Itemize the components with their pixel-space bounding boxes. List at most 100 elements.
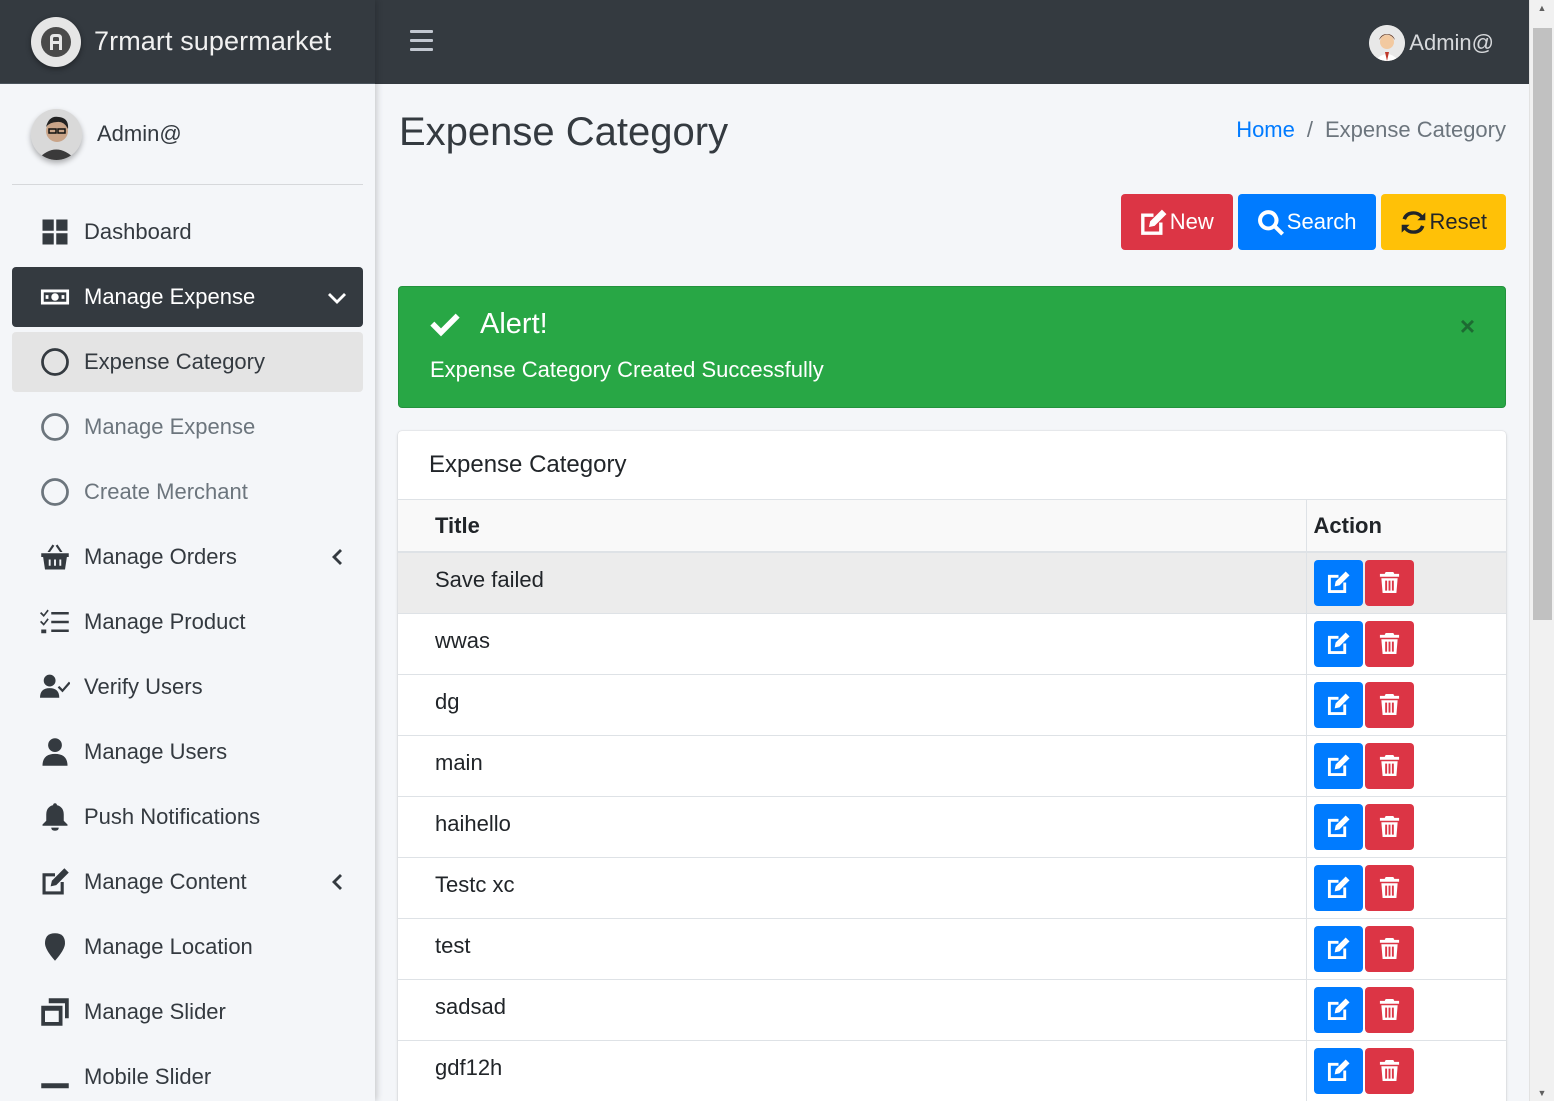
edit-button[interactable] bbox=[1313, 559, 1363, 606]
delete-button[interactable] bbox=[1364, 986, 1414, 1033]
brand-logo-icon bbox=[31, 16, 81, 67]
edit-button[interactable] bbox=[1313, 864, 1363, 911]
sidebar-item-manage-users[interactable]: Manage Users bbox=[12, 722, 363, 782]
edit-button[interactable] bbox=[1313, 620, 1363, 667]
sidebar-item-label: Mobile Slider bbox=[84, 1064, 212, 1089]
delete-button[interactable] bbox=[1364, 1047, 1414, 1094]
scrollbar-thumb[interactable] bbox=[1533, 28, 1552, 620]
edit-button[interactable] bbox=[1313, 803, 1363, 850]
row-title: main bbox=[398, 735, 1307, 797]
row-actions bbox=[1306, 735, 1506, 797]
sidebar-item-manage-location[interactable]: Manage Location bbox=[12, 917, 363, 977]
row-actions bbox=[1306, 552, 1506, 614]
brand[interactable]: 7rmart supermarket bbox=[0, 0, 375, 84]
reset-button[interactable]: Reset bbox=[1380, 194, 1506, 250]
delete-button[interactable] bbox=[1364, 742, 1414, 789]
sidebar-item-create-merchant[interactable]: Create Merchant bbox=[12, 462, 363, 522]
page-title: Expense Category bbox=[399, 110, 729, 154]
circle-icon bbox=[39, 477, 70, 508]
chevron-down-icon bbox=[327, 287, 347, 307]
tasks-icon bbox=[39, 607, 70, 638]
edit-icon bbox=[39, 867, 70, 898]
table-row: sadsad bbox=[398, 979, 1506, 1041]
edit-icon bbox=[1327, 754, 1350, 777]
table-row: Testc xc bbox=[398, 857, 1506, 919]
delete-button[interactable] bbox=[1364, 803, 1414, 850]
new-button[interactable]: New bbox=[1120, 194, 1233, 250]
user-panel[interactable]: Admin@ bbox=[12, 84, 363, 185]
breadcrumb-home-link[interactable]: Home bbox=[1236, 117, 1295, 143]
edit-icon bbox=[1327, 1059, 1350, 1082]
sidebar-item-manage-slider[interactable]: Manage Slider bbox=[12, 982, 363, 1042]
edit-button[interactable] bbox=[1313, 742, 1363, 789]
hamburger-menu-icon[interactable] bbox=[410, 30, 433, 52]
edit-button[interactable] bbox=[1313, 986, 1363, 1033]
edit-button[interactable] bbox=[1313, 1047, 1363, 1094]
brand-name: 7rmart supermarket bbox=[94, 26, 332, 56]
sidebar-item-manage-expense[interactable]: Manage Expense bbox=[12, 397, 363, 457]
alert-heading: Alert! bbox=[429, 308, 548, 341]
search-button-label: Search bbox=[1286, 209, 1357, 234]
sidebar-item-manage-product[interactable]: Manage Product bbox=[12, 592, 363, 652]
search-button[interactable]: Search bbox=[1237, 194, 1376, 250]
delete-button[interactable] bbox=[1364, 681, 1414, 728]
sidebar-item-push-notifications[interactable]: Push Notifications bbox=[12, 787, 363, 847]
sidebar-item-mobile-slider[interactable]: Mobile Slider bbox=[12, 1047, 363, 1101]
row-actions bbox=[1306, 1040, 1506, 1101]
trash-icon bbox=[1378, 876, 1401, 899]
alert-heading-text: Alert! bbox=[480, 308, 548, 340]
sidebar-item-label: Manage Users bbox=[84, 739, 228, 764]
column-header-action: Action bbox=[1306, 500, 1506, 553]
row-title: wwas bbox=[398, 613, 1307, 675]
circle-icon bbox=[39, 412, 70, 443]
sidebar-item-manage-orders[interactable]: Manage Orders bbox=[12, 527, 363, 587]
sidebar-item-manage-expense-group[interactable]: Manage Expense bbox=[12, 267, 363, 327]
table-row: Save failed bbox=[398, 552, 1506, 614]
user-icon bbox=[39, 737, 70, 768]
delete-button[interactable] bbox=[1364, 559, 1414, 606]
trash-icon bbox=[1378, 937, 1401, 960]
delete-button[interactable] bbox=[1364, 620, 1414, 667]
alert-message: Expense Category Created Successfully bbox=[430, 357, 824, 382]
sidebar-item-verify-users[interactable]: Verify Users bbox=[12, 657, 363, 717]
sidebar: 7rmart supermarket Admin@ Dashboard Mana… bbox=[0, 0, 375, 1101]
money-bill-icon bbox=[39, 282, 70, 313]
chevron-left-icon bbox=[327, 547, 347, 567]
delete-button[interactable] bbox=[1364, 864, 1414, 911]
row-title: sadsad bbox=[398, 979, 1307, 1041]
avatar bbox=[31, 108, 82, 160]
dashboard-icon bbox=[39, 217, 70, 248]
sidebar-item-label: Manage Expense bbox=[84, 414, 256, 439]
sidebar-item-manage-content[interactable]: Manage Content bbox=[12, 852, 363, 912]
scroll-up-arrow-icon[interactable]: ▲ bbox=[1530, 0, 1554, 16]
row-title: dg bbox=[398, 674, 1307, 736]
breadcrumb-separator: / bbox=[1306, 117, 1313, 142]
sidebar-item-label: Manage Location bbox=[84, 934, 253, 959]
edit-button[interactable] bbox=[1313, 925, 1363, 972]
table-header-row: Title Action bbox=[398, 500, 1506, 553]
expense-category-card: Expense Category Title Action Save faile… bbox=[398, 431, 1506, 1101]
trash-icon bbox=[1378, 571, 1401, 594]
sidebar-item-expense-category[interactable]: Expense Category bbox=[12, 332, 363, 392]
expense-category-table: Title Action Save failed wwas dg main haihel… bbox=[398, 500, 1506, 1101]
close-icon[interactable]: × bbox=[1460, 311, 1475, 342]
scroll-down-arrow-icon[interactable]: ▼ bbox=[1530, 1085, 1554, 1101]
top-user-menu[interactable]: Admin@ bbox=[1369, 25, 1494, 61]
card-title: Expense Category bbox=[398, 431, 1506, 500]
edit-icon bbox=[1327, 998, 1350, 1021]
edit-icon bbox=[1327, 815, 1350, 838]
bell-icon bbox=[39, 802, 70, 833]
edit-button[interactable] bbox=[1313, 681, 1363, 728]
reset-button-label: Reset bbox=[1429, 209, 1487, 234]
sidebar-nav: Dashboard Manage Expense Expense Categor… bbox=[12, 202, 363, 1101]
row-title: Save failed bbox=[398, 552, 1307, 614]
sidebar-item-dashboard[interactable]: Dashboard bbox=[12, 202, 363, 262]
top-navbar: Admin@ bbox=[375, 0, 1529, 84]
trash-icon bbox=[1378, 998, 1401, 1021]
trash-icon bbox=[1378, 1059, 1401, 1082]
table-row: dg bbox=[398, 674, 1506, 736]
delete-button[interactable] bbox=[1364, 925, 1414, 972]
circle-icon bbox=[39, 347, 70, 378]
table-row: haihello bbox=[398, 796, 1506, 858]
vertical-scrollbar[interactable]: ▲ ▼ bbox=[1529, 0, 1554, 1101]
